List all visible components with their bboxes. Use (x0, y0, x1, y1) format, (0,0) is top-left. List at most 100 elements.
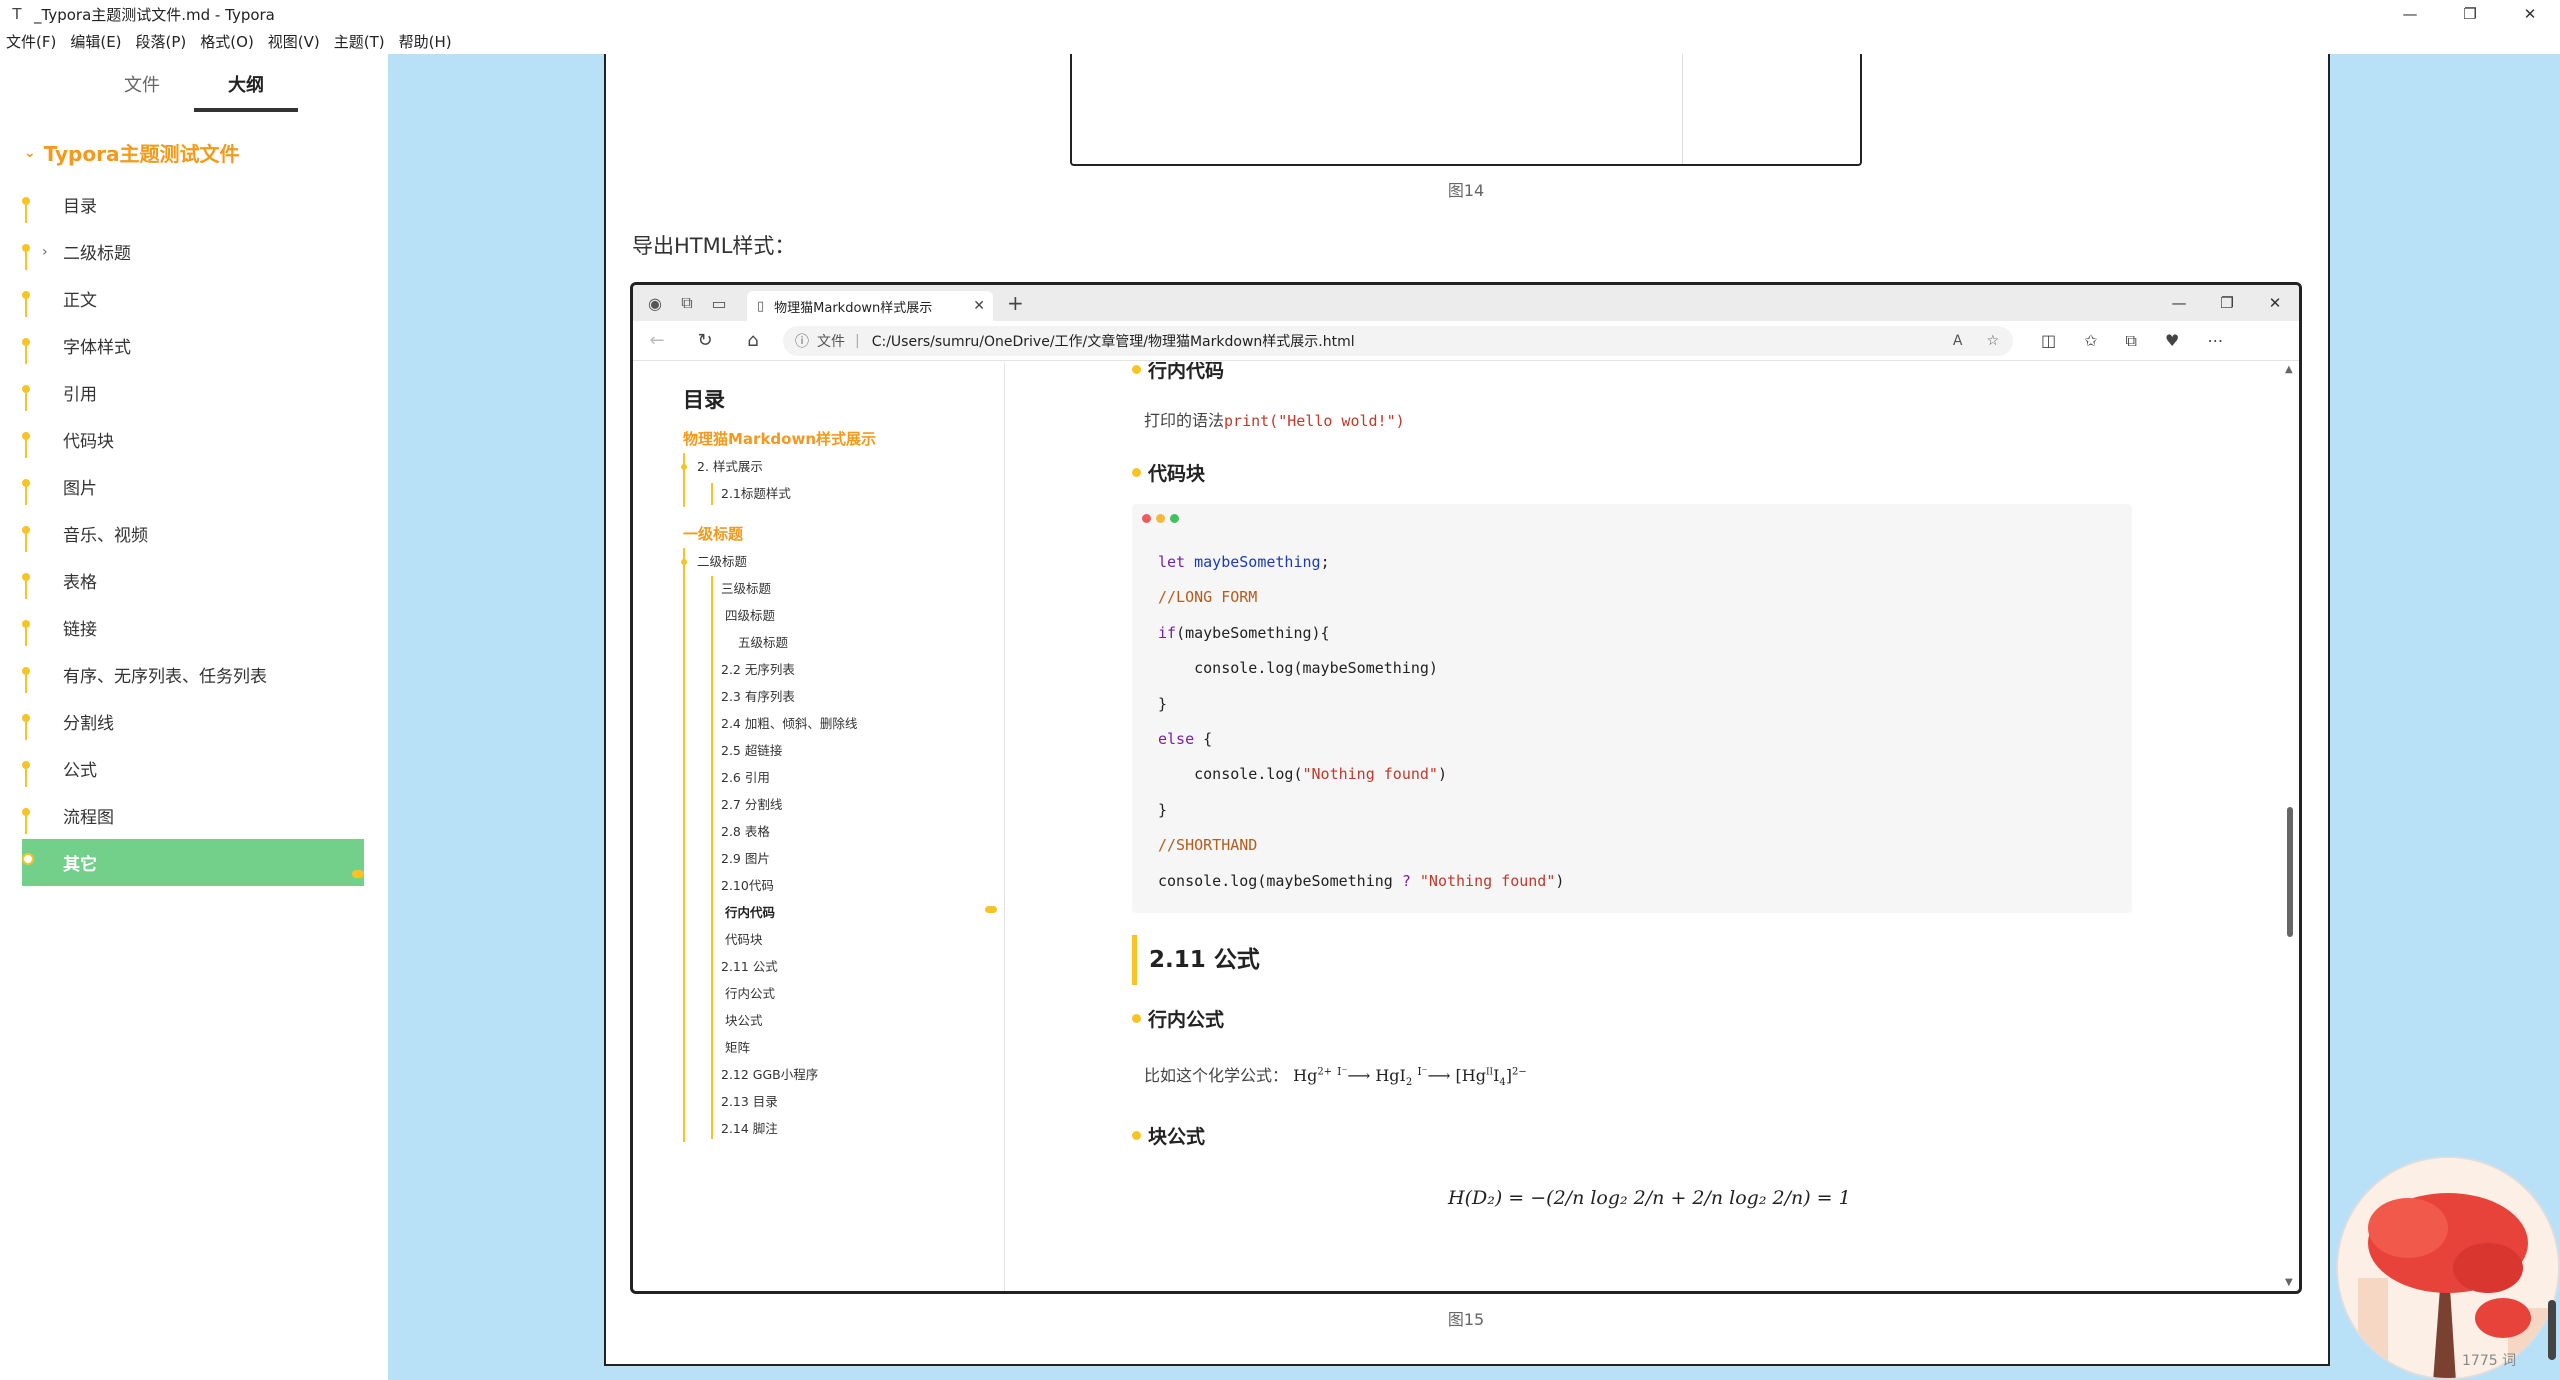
code-lines: let maybeSomething; //LONG FORM if(maybeSo… (1158, 545, 2132, 899)
toc-title: 目录 (683, 388, 725, 412)
outline-bullet-icon (22, 525, 30, 552)
outline-bullet-icon (22, 337, 30, 364)
browser-tab-title: 物理猫Markdown样式展示 (774, 300, 933, 316)
outline-item[interactable]: 目录 (0, 181, 388, 228)
outline-item[interactable]: 字体样式 (0, 322, 388, 369)
outline-item[interactable]: 表格 (0, 557, 388, 604)
outline-bullet-icon (22, 713, 30, 740)
inline-code-paragraph: 打印的语法print("Hello wold!") (1132, 407, 2296, 431)
outline-item[interactable]: 其它 (22, 839, 364, 886)
toc-item: 2.10代码 (721, 878, 774, 893)
code-line: if(maybeSomething){ (1158, 616, 2132, 651)
browser-tab: ▯ 物理猫Markdown样式展示 ✕ (747, 291, 993, 321)
html-toc: 目录 物理猫Markdown样式展示 2. 样式展示 2.1标题样式 一级标题 二… (633, 362, 1005, 1291)
outline-item[interactable]: 正文 (0, 275, 388, 322)
code-block: let maybeSomething; //LONG FORM if(maybeSo… (1132, 504, 2132, 914)
outline-bullet-icon (22, 431, 30, 458)
outline-item[interactable]: 图片 (0, 463, 388, 510)
outline-item-label: 公式 (63, 761, 97, 781)
heading-inline-formula: 行内公式 (1132, 1005, 2296, 1032)
editor-scrollbar[interactable] (2548, 1300, 2556, 1360)
menu-file[interactable]: 文件(F) (6, 31, 56, 52)
red-dot-icon (1142, 514, 1151, 523)
code-line: //LONG FORM (1158, 580, 2132, 615)
outline-item[interactable]: 有序、无序列表、任务列表 (0, 651, 388, 698)
outline-item[interactable]: 分割线 (0, 698, 388, 745)
close-icon[interactable]: ✕ (2500, 0, 2560, 28)
outline-item-label: 二级标题 (63, 244, 131, 264)
green-dot-icon (1170, 514, 1179, 523)
outline-item[interactable]: 链接 (0, 604, 388, 651)
page-icon: ▯ (757, 298, 765, 314)
toc-item: 2.12 GGB小程序 (721, 1067, 819, 1082)
tab-outline[interactable]: 大纲 (194, 54, 298, 118)
toc-item: 矩阵 (725, 1040, 751, 1055)
code-token: console.log(maybeSomething (1158, 871, 1402, 890)
code-line: let maybeSomething; (1158, 545, 2132, 580)
inline-formula-prefix: 比如这个化学公式： (1144, 1066, 1289, 1086)
outline-item-label: 有序、无序列表、任务列表 (63, 667, 267, 687)
toc-item: 2.13 目录 (721, 1094, 778, 1109)
toc-item: 代码块 (725, 932, 763, 947)
refresh-icon: ↻ (697, 330, 713, 351)
toc-item: 四级标题 (725, 608, 776, 623)
toc-item: 2.11 公式 (721, 959, 778, 974)
outline-item-label: 图片 (63, 479, 97, 499)
heading-code-block: 代码块 (1132, 459, 2296, 486)
code-token: { (1194, 730, 1213, 749)
word-count[interactable]: 1775 词 (2462, 1350, 2516, 1370)
toc-item: 2.5 超链接 (721, 743, 783, 758)
menu-theme[interactable]: 主题(T) (334, 31, 385, 52)
browser-window-controls: — ❐ ✕ (2155, 285, 2299, 321)
menu-format[interactable]: 格式(O) (200, 31, 254, 52)
outline-item-label: 字体样式 (63, 338, 131, 358)
scroll-down-icon: ▼ (2285, 1277, 2293, 1288)
scroll-up-icon: ▲ (2285, 364, 2293, 375)
menu-view[interactable]: 视图(V) (268, 31, 320, 52)
maximize-icon[interactable]: ❐ (2440, 0, 2500, 28)
tab-files[interactable]: 文件 (90, 54, 194, 118)
outline-item[interactable]: › 二级标题 (0, 228, 388, 275)
outline-bullet-icon (22, 666, 30, 693)
chevron-right-icon[interactable]: › (42, 244, 48, 260)
outline-item-label: 链接 (63, 620, 97, 640)
code-token: "Nothing found" (1302, 765, 1438, 784)
code-token: ; (1320, 553, 1330, 571)
outline-item[interactable]: 代码块 (0, 416, 388, 463)
outline-item[interactable]: 引用 (0, 369, 388, 416)
chevron-down-icon[interactable]: ⌄ (24, 145, 36, 161)
code-token: ? (1401, 871, 1411, 890)
outline-bullet-icon (22, 196, 30, 223)
toc-item: 五级标题 (738, 635, 789, 650)
outline-item[interactable]: 流程图 (0, 792, 388, 839)
menu-paragraph[interactable]: 段落(P) (136, 31, 187, 52)
toc-section-2: 一级标题 (683, 525, 744, 543)
code-token: //SHORTHAND (1158, 836, 1258, 855)
toc-item: 2.7 分割线 (721, 797, 783, 812)
outline-item[interactable]: 音乐、视频 (0, 510, 388, 557)
toc-item: 2.4 加粗、倾斜、删除线 (721, 716, 858, 731)
home-icon: ⌂ (747, 330, 759, 351)
heading-block-formula: 块公式 (1132, 1122, 2296, 1149)
minimize-icon[interactable]: — (2380, 0, 2440, 28)
outline-item-label: 代码块 (63, 432, 114, 452)
code-line: } (1158, 793, 2132, 828)
window-controls: — ❐ ✕ (2380, 0, 2560, 28)
menu-help[interactable]: 帮助(H) (399, 31, 452, 52)
block-formula: H(D₂) = −(2/n log₂ 2/n + 2/n log₂ 2/n) =… (1448, 1187, 1851, 1210)
url-separator: | (855, 332, 860, 349)
browser-toolbar: ◫ ✩ ⧉ ♥ ⋯ (2041, 331, 2223, 351)
code-line: else { (1158, 722, 2132, 757)
url-box: ⓘ 文件 | C:/Users/sumru/OneDrive/工作/文章管理/物… (783, 325, 2013, 356)
url-protocol: 文件 (817, 333, 845, 350)
inline-code-prefix: 打印的语法 (1144, 411, 1225, 430)
outline-item[interactable]: 公式 (0, 745, 388, 792)
outline-root[interactable]: ⌄ Typora主题测试文件 (0, 138, 388, 167)
code-token: maybeSomething (1194, 553, 1321, 571)
toc-section-2-list: 二级标题 三级标题 四级标题 五级标题 2.2 无序列表 2.3 有序列表 2.4 加粗、倾… (681, 548, 1004, 1142)
code-token: (maybeSomething){ (1176, 623, 1330, 642)
inline-code: print("Hello wold!") (1224, 412, 1405, 430)
menu-edit[interactable]: 编辑(E) (70, 31, 121, 52)
toc-section-1: 物理猫Markdown样式展示 (683, 430, 877, 448)
outline-list: 目录 › 二级标题正文字体样式引用代码块图片音乐、视频 表格链接有序、无序列表、任务列… (0, 181, 388, 886)
